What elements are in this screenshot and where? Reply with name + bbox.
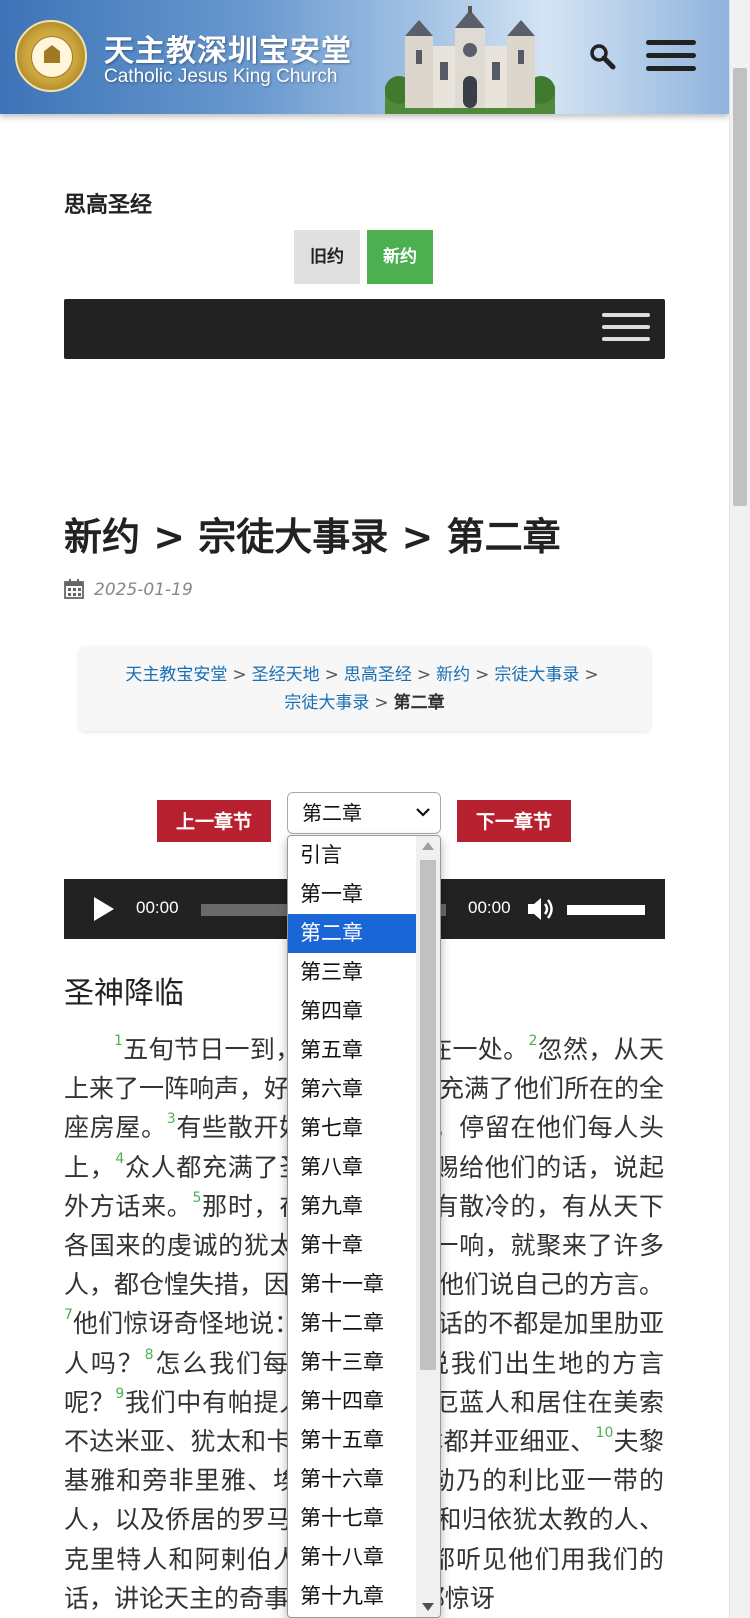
chapter-option[interactable]: 第十九章 — [288, 1577, 416, 1616]
page-title: 新约 > 宗徒大事录 > 第二章 — [64, 515, 561, 559]
scroll-down-icon[interactable] — [422, 1603, 434, 1611]
verse-number: 9 — [115, 1385, 125, 1402]
search-icon[interactable] — [588, 42, 616, 70]
site-title-en[interactable]: Catholic Jesus King Church — [104, 66, 337, 88]
chapter-options: 引言 第一章 第二章 第三章 第四章 第五章 第六章 第七章 第八章 第九章 第十章 第十一章 第十二章… — [288, 836, 416, 1616]
next-chapter-button[interactable]: 下一章节 — [457, 800, 571, 842]
verse-number: 10 — [595, 1425, 614, 1442]
breadcrumb-bible-world[interactable]: 圣经天地 — [252, 665, 320, 685]
chapter-option[interactable]: 第十八章 — [288, 1538, 416, 1577]
breadcrumb-current: 第二章 — [393, 693, 445, 713]
volume-slider-fill — [567, 905, 645, 915]
breadcrumb-testament[interactable]: 新约 — [436, 665, 470, 685]
site-header: 天主教深圳宝安堂 Catholic Jesus King Church — [0, 0, 729, 114]
church-building-image — [385, 6, 555, 114]
hamburger-menu-icon[interactable] — [646, 40, 696, 74]
chapter-option[interactable]: 第十五章 — [288, 1421, 416, 1460]
old-testament-button[interactable]: 旧约 — [294, 230, 360, 284]
chapter-dropdown-list: 引言 第一章 第二章 第三章 第四章 第五章 第六章 第七章 第八章 第九章 第十章 第十一章 第十二章… — [287, 835, 441, 1618]
chapter-option[interactable]: 第九章 — [288, 1187, 416, 1226]
chapter-option[interactable]: 第十三章 — [288, 1343, 416, 1382]
chapter-option[interactable]: 第五章 — [288, 1031, 416, 1070]
breadcrumb-bible-name[interactable]: 思高圣经 — [344, 665, 412, 685]
church-logo[interactable] — [15, 20, 87, 92]
audio-total-time: 00:00 — [468, 898, 511, 917]
book-navigation-bar — [64, 299, 665, 359]
chapter-option[interactable]: 第二章 — [288, 914, 416, 953]
chapter-option[interactable]: 第十一章 — [288, 1265, 416, 1304]
chapter-option[interactable]: 第一章 — [288, 875, 416, 914]
breadcrumb: 天主教宝安堂 > 圣经天地 > 思高圣经 > 新约 > 宗徒大事录 > 宗徒大事录 > 第二章 — [79, 647, 650, 731]
play-icon[interactable] — [92, 895, 116, 923]
chapter-option[interactable]: 第十四章 — [288, 1382, 416, 1421]
prev-chapter-button[interactable]: 上一章节 — [157, 800, 271, 842]
chapter-option[interactable]: 第十六章 — [288, 1460, 416, 1499]
breadcrumb-book[interactable]: 宗徒大事录 — [494, 665, 579, 685]
chapter-option[interactable]: 第六章 — [288, 1070, 416, 1109]
site-title-cn[interactable]: 天主教深圳宝安堂 — [104, 26, 352, 70]
chapter-option[interactable]: 第三章 — [288, 953, 416, 992]
calendar-icon — [64, 579, 84, 599]
chapter-option[interactable]: 第十七章 — [288, 1499, 416, 1538]
breadcrumb-home[interactable]: 天主教宝安堂 — [125, 665, 227, 685]
verse-number: 4 — [115, 1150, 125, 1167]
verse-number: 1 — [114, 1033, 123, 1049]
bible-name: 思高圣经 — [64, 193, 153, 218]
chapter-option[interactable]: 引言 — [288, 836, 416, 875]
page-scrollbar[interactable] — [729, 0, 750, 1618]
chapter-select-value: 第二章 — [302, 801, 362, 825]
chapter-option[interactable]: 第四章 — [288, 992, 416, 1031]
book-menu-icon[interactable] — [602, 313, 650, 349]
chapter-option[interactable]: 第十章 — [288, 1226, 416, 1265]
dropdown-scroll-thumb[interactable] — [420, 860, 436, 1370]
chapter-option[interactable]: 第七章 — [288, 1109, 416, 1148]
volume-slider[interactable] — [567, 905, 645, 915]
post-date: 2025-01-19 — [94, 580, 193, 600]
chapter-option[interactable]: 第八章 — [288, 1148, 416, 1187]
new-testament-button[interactable]: 新约 — [367, 230, 433, 284]
chapter-option[interactable]: 第十二章 — [288, 1304, 416, 1343]
verse-number: 3 — [166, 1111, 176, 1128]
audio-current-time: 00:00 — [136, 898, 179, 917]
chapter-select[interactable]: 第二章 — [287, 792, 441, 834]
scroll-up-icon[interactable] — [422, 842, 434, 850]
verse-number: 8 — [144, 1346, 154, 1363]
chevron-down-icon — [416, 808, 430, 817]
dropdown-scrollbar[interactable] — [416, 836, 440, 1617]
section-heading: 圣神降临 — [64, 976, 184, 1011]
verse-number: 7 — [64, 1307, 73, 1324]
volume-icon[interactable] — [526, 895, 556, 923]
breadcrumb-book-index[interactable]: 宗徒大事录 — [284, 693, 369, 713]
